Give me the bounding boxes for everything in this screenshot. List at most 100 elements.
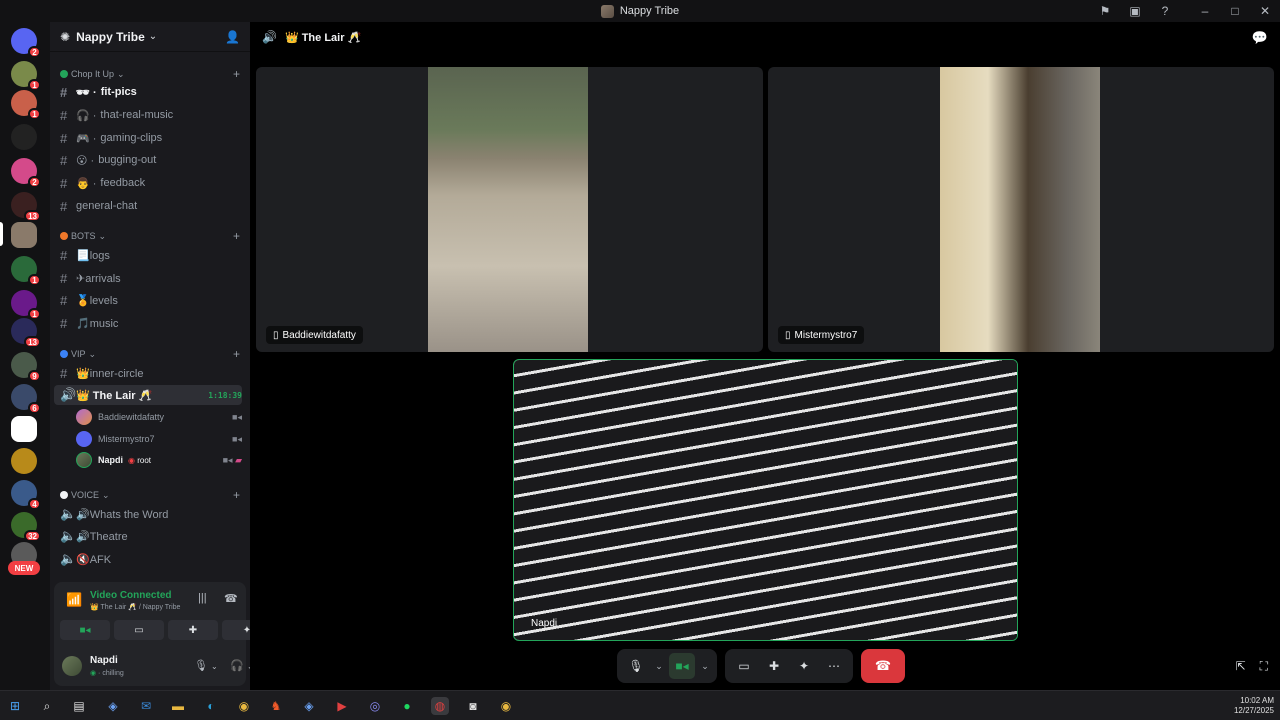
inbox-icon[interactable]: ▣: [1120, 0, 1150, 22]
discord-icon[interactable]: ◎: [366, 697, 384, 715]
pop-out-icon[interactable]: ⇱: [1236, 659, 1246, 674]
screen-share-icon[interactable]: ▭: [731, 653, 757, 679]
voice-channel-whats-the-word[interactable]: 🔈 🔊Whats the Word: [54, 504, 242, 524]
direct-messages-icon[interactable]: 2: [11, 28, 41, 58]
channel-feedback[interactable]: # 👨 · feedback: [54, 173, 242, 193]
minimize-button[interactable]: –: [1190, 0, 1220, 22]
channel-inner-circle[interactable]: # 👑inner-circle: [54, 363, 242, 383]
voice-user[interactable]: Baddiewitdafatty ■◂: [76, 407, 242, 427]
category-chop-it-up[interactable]: Chop It Up ⌄ +: [60, 67, 240, 81]
participant-label: ▯ Mistermystro7: [778, 326, 865, 344]
server-icon[interactable]: 1: [11, 256, 41, 286]
server-icon[interactable]: 9: [11, 352, 41, 382]
channel-that-real-music[interactable]: # 🎧 · that-real-music: [54, 105, 242, 125]
help-icon[interactable]: ?: [1150, 0, 1180, 22]
category-vip[interactable]: VIP ⌄ +: [60, 347, 240, 361]
server-icon[interactable]: 6: [11, 384, 41, 414]
channel-bugging-out[interactable]: # 😮 · bugging-out: [54, 150, 242, 170]
server-icon[interactable]: [11, 124, 37, 150]
voice-user[interactable]: Mistermystro7 ■◂: [76, 429, 242, 449]
server-icon[interactable]: 4: [11, 480, 41, 510]
disconnect-icon[interactable]: ☎: [224, 592, 238, 605]
camera-app-icon[interactable]: ◙: [464, 697, 482, 715]
channel-fit-pics[interactable]: # 🕶 · fit-pics: [54, 82, 242, 102]
soundboard-icon[interactable]: ✦: [791, 653, 817, 679]
chat-bubble-icon[interactable]: 💬: [1252, 30, 1268, 46]
server-icon[interactable]: 13: [11, 192, 41, 222]
channel-arrivals[interactable]: # ✈arrivals: [54, 268, 242, 288]
copilot-icon[interactable]: ◈: [104, 697, 122, 715]
add-member-icon[interactable]: 👤: [225, 30, 240, 44]
voice-channel-path[interactable]: 👑 The Lair 🥂 / Nappy Tribe: [90, 603, 180, 611]
server-icon[interactable]: 13: [11, 318, 41, 348]
microphone-icon[interactable]: 🎙: [623, 653, 649, 679]
channel-logs[interactable]: # 📃logs: [54, 245, 242, 265]
category-bots[interactable]: BOTS ⌄ +: [60, 229, 240, 243]
category-dot-icon: [60, 491, 68, 499]
close-button[interactable]: ✕: [1250, 0, 1280, 22]
video-tile-mistermystro7[interactable]: ▯ Mistermystro7: [768, 67, 1274, 352]
chrome-profile-icon[interactable]: ◉: [497, 697, 515, 715]
server-icon[interactable]: [11, 448, 37, 474]
server-icon[interactable]: 2: [11, 158, 41, 188]
server-icon[interactable]: 1: [11, 61, 41, 91]
copilot-365-icon[interactable]: ◈: [300, 697, 318, 715]
channel-music[interactable]: # 🎵music: [54, 313, 242, 333]
channel-general-chat[interactable]: # general-chat: [54, 196, 242, 216]
file-explorer-icon[interactable]: ▬: [169, 697, 187, 715]
screen-share-button[interactable]: ▭: [114, 620, 164, 640]
brave-browser-icon[interactable]: ♞: [267, 697, 285, 715]
user-name[interactable]: Napdi: [90, 655, 118, 666]
chrome-icon[interactable]: ◉: [235, 697, 253, 715]
maximize-button[interactable]: □: [1220, 0, 1250, 22]
voice-channel-afk[interactable]: 🔈 🔇AFK: [54, 549, 242, 569]
voice-channel-the-lair[interactable]: 🔊 👑 The Lair 🥂 1:18:39: [54, 385, 242, 405]
call-controls: 🎙 ⌄ ■◂ ⌄ ▭ ✚ ✦ ⋯ ☎: [617, 649, 905, 683]
voice-user-self[interactable]: Napdi ◉ root ■◂ ▰: [76, 450, 242, 470]
task-view-icon[interactable]: ▤: [70, 697, 88, 715]
video-tile-baddiewitdafatty[interactable]: ▯ Baddiewitdafatty: [256, 67, 763, 352]
server-icon[interactable]: [11, 416, 37, 442]
channel-gaming-clips[interactable]: # 🎮 · gaming-clips: [54, 128, 242, 148]
video-tile-napdi[interactable]: Napdi: [513, 359, 1018, 641]
chevron-down-icon[interactable]: ⌄: [699, 661, 711, 672]
edge-browser-icon[interactable]: ◐: [202, 697, 220, 715]
flag-icon[interactable]: ⚑: [1090, 0, 1120, 22]
camera-button[interactable]: ■◂: [60, 620, 110, 640]
signal-icon[interactable]: 📶: [66, 592, 82, 608]
mail-icon[interactable]: ✉: [137, 697, 155, 715]
activities-icon[interactable]: ✚: [761, 653, 787, 679]
disconnect-call-button[interactable]: ☎: [861, 649, 905, 683]
fullscreen-icon[interactable]: ⛶: [1260, 659, 1268, 674]
spotify-icon[interactable]: ●: [398, 697, 416, 715]
participant-label: Napdi: [524, 614, 564, 632]
headphones-icon[interactable]: 🎧: [230, 659, 244, 672]
server-icon[interactable]: 1: [11, 290, 41, 320]
speaker-icon: 🔊: [60, 387, 77, 402]
recording-app-icon[interactable]: ◍: [431, 697, 449, 715]
chevron-down-icon[interactable]: ⌄: [211, 662, 218, 671]
server-icon[interactable]: 32: [11, 512, 41, 542]
noise-suppression-icon[interactable]: |||: [198, 592, 207, 604]
add-channel-icon[interactable]: +: [233, 229, 240, 243]
add-channel-icon[interactable]: +: [233, 67, 240, 81]
server-header[interactable]: ✺ Nappy Tribe ⌄ 👤: [50, 22, 250, 52]
app-icon[interactable]: ▶: [333, 697, 351, 715]
avatar[interactable]: [62, 656, 82, 676]
category-voice[interactable]: VOICE ⌄ +: [60, 488, 240, 502]
add-channel-icon[interactable]: +: [233, 488, 240, 502]
camera-toggle-button[interactable]: ■◂: [669, 653, 695, 679]
microphone-icon[interactable]: 🎙: [194, 659, 208, 672]
system-clock[interactable]: 10:02 AM 12/27/2025: [1234, 696, 1274, 716]
server-icon-nappy-tribe[interactable]: [11, 222, 37, 248]
voice-channel-theatre[interactable]: 🔈 🔊Theatre: [54, 526, 242, 546]
activities-button[interactable]: ✚: [168, 620, 218, 640]
server-icon[interactable]: 1: [11, 90, 41, 120]
chevron-down-icon[interactable]: ⌄: [653, 661, 665, 672]
voice-status[interactable]: Video Connected: [90, 590, 172, 601]
start-menu-icon[interactable]: ⊞: [6, 697, 24, 715]
channel-levels[interactable]: # 🏅levels: [54, 290, 242, 310]
add-channel-icon[interactable]: +: [233, 347, 240, 361]
more-options-icon[interactable]: ⋯: [821, 653, 847, 679]
search-icon[interactable]: ⌕: [38, 697, 56, 715]
